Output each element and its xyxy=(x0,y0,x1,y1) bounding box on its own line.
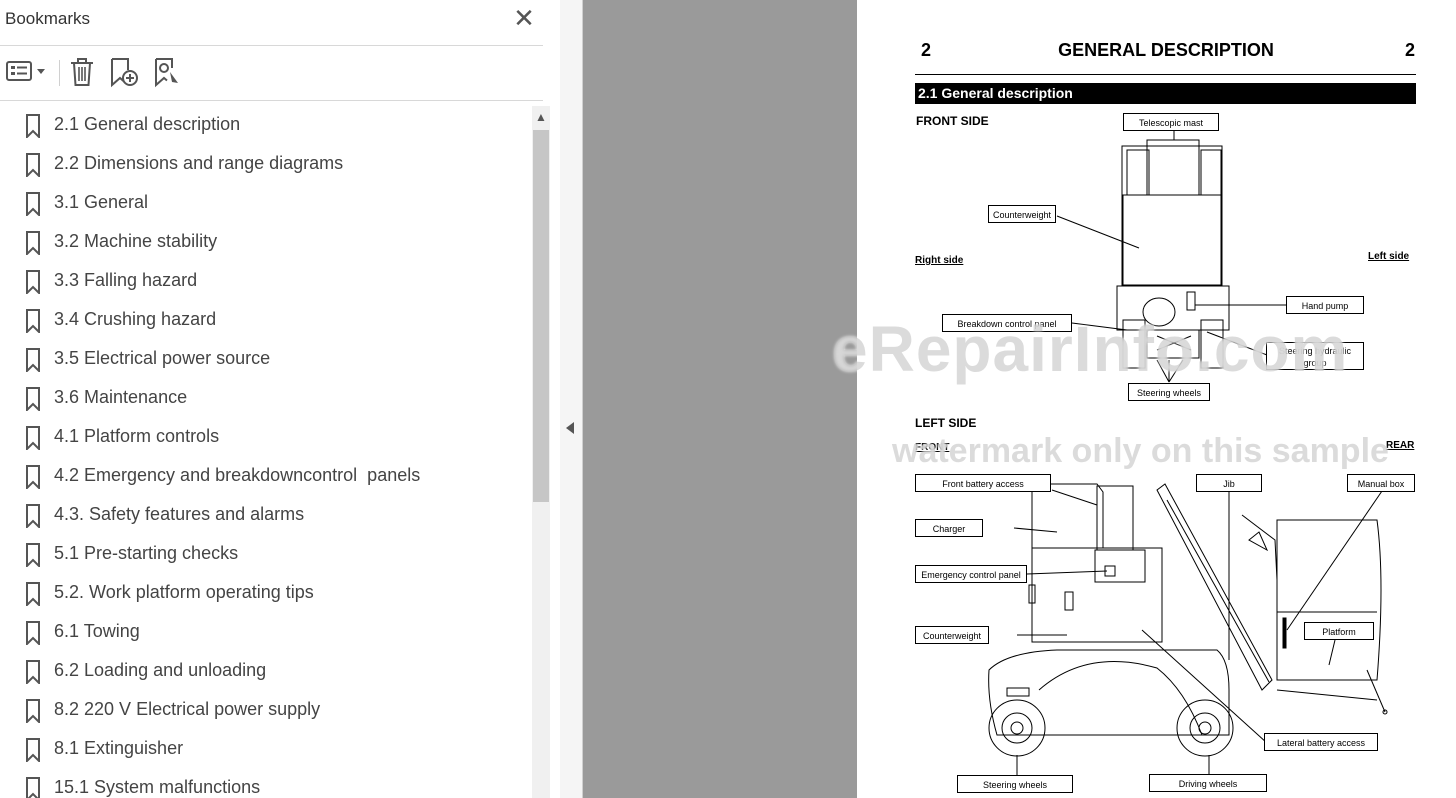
options-menu-button[interactable] xyxy=(5,56,49,88)
callout-counterweight-left: Counterweight xyxy=(915,626,989,644)
panel-splitter[interactable] xyxy=(560,0,583,798)
bookmark-item[interactable]: 5.2. Work platform operating tips xyxy=(0,574,530,613)
callout-hand-pump: Hand pump xyxy=(1286,296,1364,314)
divider xyxy=(0,100,543,101)
close-panel-button[interactable]: ✕ xyxy=(512,4,536,32)
bookmark-item[interactable]: 8.2 220 V Electrical power supply xyxy=(0,691,530,730)
bookmark-label: 5.1 Pre-starting checks xyxy=(54,543,239,563)
callout-manual-box: Manual box xyxy=(1347,474,1415,492)
bookmark-item[interactable]: 2.2 Dimensions and range diagrams xyxy=(0,145,530,184)
bookmark-search-icon xyxy=(155,58,178,88)
bookmark-icon xyxy=(26,777,40,798)
bookmark-item[interactable]: 3.4 Crushing hazard xyxy=(0,301,530,340)
document-canvas-background xyxy=(583,0,857,798)
bookmark-icon xyxy=(26,621,40,645)
bookmark-label: 4.2 Emergency and breakdowncontrol panel… xyxy=(54,465,421,485)
front-side-title: FRONT SIDE xyxy=(916,114,989,128)
bookmark-item[interactable]: 3.6 Maintenance xyxy=(0,379,530,418)
bookmark-label: 3.3 Falling hazard xyxy=(54,270,198,290)
callout-telescopic-mast: Telescopic mast xyxy=(1123,113,1219,131)
bookmark-label: 3.2 Machine stability xyxy=(54,231,218,251)
bookmark-icon xyxy=(26,738,40,762)
bookmark-icon xyxy=(26,192,40,216)
bookmark-item[interactable]: 2.1 General description xyxy=(0,106,530,145)
find-bookmark-button[interactable] xyxy=(152,56,184,88)
bookmark-item[interactable]: 5.1 Pre-starting checks xyxy=(0,535,530,574)
bookmark-icon xyxy=(26,582,40,606)
divider xyxy=(0,45,543,46)
callout-emergency-control-panel: Emergency control panel xyxy=(915,565,1027,583)
bookmark-item[interactable]: 3.3 Falling hazard xyxy=(0,262,530,301)
bookmark-label: 3.5 Electrical power source xyxy=(54,348,271,368)
bookmark-label: 4.3. Safety features and alarms xyxy=(54,504,305,524)
bookmark-label: 3.4 Crushing hazard xyxy=(54,309,217,329)
callout-jib: Jib xyxy=(1196,474,1262,492)
callout-counterweight: Counterweight xyxy=(988,205,1056,223)
bookmark-label: 3.1 General xyxy=(54,192,149,212)
bookmark-item[interactable]: 6.1 Towing xyxy=(0,613,530,652)
bookmark-icon xyxy=(26,543,40,567)
bookmark-add-icon xyxy=(111,58,138,88)
bookmark-icon xyxy=(26,153,40,177)
bookmark-label: 8.2 220 V Electrical power supply xyxy=(54,699,321,719)
callout-steering-wheels-left: Steering wheels xyxy=(957,775,1073,793)
bookmark-icon xyxy=(26,114,40,138)
callout-front-battery-access: Front battery access xyxy=(915,474,1051,492)
left-side-label: Left side xyxy=(1368,251,1410,262)
scroll-thumb[interactable] xyxy=(533,130,549,502)
bookmark-icon xyxy=(26,426,40,450)
callout-lateral-battery-access: Lateral battery access xyxy=(1264,733,1378,751)
bookmark-icon xyxy=(26,660,40,684)
bookmark-item[interactable]: 4.3. Safety features and alarms xyxy=(0,496,530,535)
callout-driving-wheels: Driving wheels xyxy=(1149,774,1267,792)
bookmark-icon xyxy=(26,699,40,723)
bookmark-icon xyxy=(26,348,40,372)
bookmarks-panel: Bookmarks ✕ 2.1 General description 2.2 … xyxy=(0,0,561,798)
bookmark-item[interactable]: 3.2 Machine stability xyxy=(0,223,530,262)
bookmark-icon xyxy=(26,231,40,255)
bookmark-label: 4.1 Platform controls xyxy=(54,426,220,446)
delete-bookmark-button[interactable] xyxy=(67,56,97,88)
bookmark-label: 8.1 Extinguisher xyxy=(54,738,184,758)
bookmark-list: 2.1 General description 2.2 Dimensions an… xyxy=(0,106,530,798)
bookmark-label: 6.2 Loading and unloading xyxy=(54,660,267,680)
bookmark-label: 5.2. Work platform operating tips xyxy=(54,582,314,602)
bookmark-icon xyxy=(26,387,40,411)
callout-steering-hydraulic-group: Steering hydraulic group xyxy=(1266,342,1364,370)
right-side-label: Right side xyxy=(915,255,964,266)
bookmark-icon xyxy=(26,270,40,294)
callout-steering-wheels-front: Steering wheels xyxy=(1128,383,1210,401)
bookmark-options-icon xyxy=(6,61,45,81)
bookmark-label: 15.1 System malfunctions xyxy=(54,777,261,797)
bookmark-item[interactable]: 15.1 System malfunctions xyxy=(0,769,530,798)
bookmark-label: 2.1 General description xyxy=(54,114,241,134)
bookmark-item[interactable]: 3.5 Electrical power source xyxy=(0,340,530,379)
new-bookmark-button[interactable] xyxy=(108,56,140,88)
bookmark-icon xyxy=(26,465,40,489)
toolbar-separator xyxy=(59,60,60,86)
callout-breakdown-control-panel: Breakdown control panel xyxy=(942,314,1072,332)
bookmark-item[interactable]: 6.2 Loading and unloading xyxy=(0,652,530,691)
bookmark-item[interactable]: 3.1 General xyxy=(0,184,530,223)
left-side-title: LEFT SIDE xyxy=(915,416,977,430)
bookmark-label: 3.6 Maintenance xyxy=(54,387,188,407)
callout-charger: Charger xyxy=(915,519,983,537)
document-page: GENERAL DESCRIPTION 2 2 2.1 General desc… xyxy=(857,0,1456,798)
scroll-up-button[interactable]: ▲ xyxy=(532,106,550,128)
front-label: FRONT xyxy=(915,442,950,453)
bookmark-item[interactable]: 4.2 Emergency and breakdowncontrol panel… xyxy=(0,457,530,496)
callout-platform: Platform xyxy=(1304,622,1374,640)
bookmark-label: 6.1 Towing xyxy=(54,621,140,641)
bookmark-icon xyxy=(26,309,40,333)
collapse-panel-arrow-icon[interactable] xyxy=(566,422,574,434)
bookmark-item[interactable]: 4.1 Platform controls xyxy=(0,418,530,457)
bookmark-item[interactable]: 8.1 Extinguisher xyxy=(0,730,530,769)
panel-title: Bookmarks xyxy=(5,9,91,28)
trash-icon xyxy=(71,58,93,86)
rear-label: REAR xyxy=(1386,440,1415,451)
bookmark-icon xyxy=(26,504,40,528)
bookmark-label: 2.2 Dimensions and range diagrams xyxy=(54,153,344,173)
vertical-scrollbar[interactable]: ▲ xyxy=(532,106,550,798)
